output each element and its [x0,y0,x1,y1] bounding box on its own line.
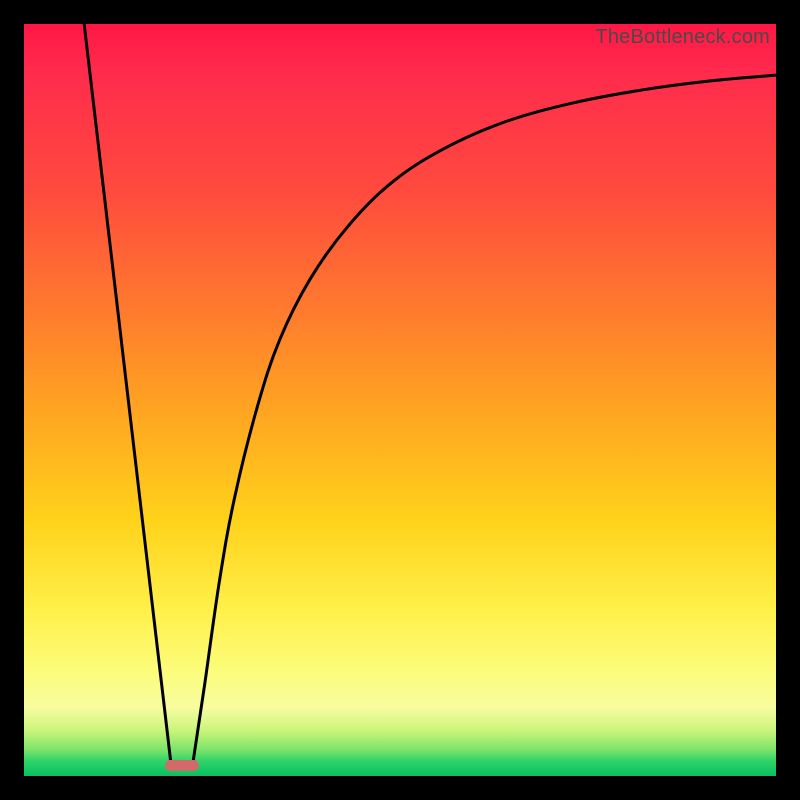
plot-area: TheBottleneck.com [24,24,776,776]
minimum-marker [165,760,199,771]
left-branch-path [84,24,170,761]
curve-layer [24,24,776,776]
right-branch-path [193,75,776,761]
chart-frame: TheBottleneck.com [0,0,800,800]
